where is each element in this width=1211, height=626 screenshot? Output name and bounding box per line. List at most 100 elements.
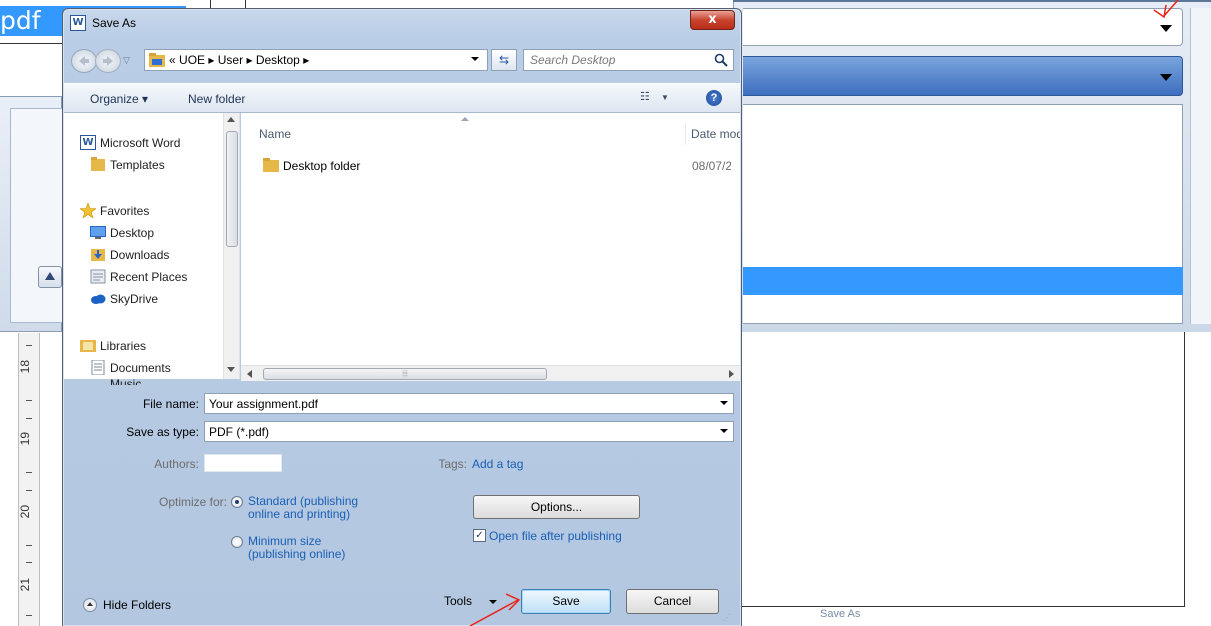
column-separator[interactable] — [685, 123, 686, 145]
scrollbar-thumb[interactable]: ⦙⦙⦙ — [263, 368, 547, 380]
annotation-arrow-icon — [1153, 0, 1179, 19]
open-after-publishing-checkbox[interactable]: ✓ — [473, 529, 486, 542]
nav-item-label: Templates — [110, 158, 165, 172]
caret-down-icon[interactable] — [720, 429, 728, 433]
ruler-tick — [26, 545, 32, 546]
triangle-left-icon[interactable] — [247, 370, 252, 378]
background-dropdown-2[interactable] — [743, 56, 1183, 96]
optimize-standard-radio[interactable] — [231, 496, 243, 508]
nav-item-skydrive[interactable]: SkyDrive — [64, 289, 224, 309]
new-folder-button[interactable]: New folder — [188, 92, 245, 106]
ruler-number: 20 — [18, 505, 32, 519]
background-list-selection[interactable] — [743, 267, 1183, 295]
organize-button[interactable]: Organize ▾ — [90, 92, 148, 106]
search-input[interactable]: Search Desktop — [523, 49, 734, 71]
optimize-minimum-radio[interactable] — [231, 536, 243, 548]
help-button[interactable]: ? — [706, 90, 722, 106]
navigation-scrollbar[interactable] — [223, 113, 239, 379]
scrollbar-thumb[interactable] — [226, 131, 238, 247]
star-icon — [80, 203, 96, 218]
ruler-tick — [26, 562, 32, 563]
options-button[interactable]: Options... — [473, 495, 640, 519]
triangle-up-icon[interactable] — [227, 117, 235, 122]
save-as-type-select[interactable]: PDF (*.pdf) — [204, 421, 734, 442]
cancel-button[interactable]: Cancel — [626, 589, 719, 614]
documents-icon — [91, 360, 105, 375]
background-scroll-up-button[interactable] — [38, 266, 62, 288]
save-as-type-value: PDF (*.pdf) — [209, 425, 270, 439]
nav-item-label: Libraries — [100, 339, 147, 353]
save-button[interactable]: Save — [521, 589, 611, 614]
back-button[interactable] — [71, 49, 97, 73]
optimize-standard-label[interactable]: Standard (publishing online and printing… — [248, 495, 358, 521]
search-icon[interactable] — [714, 53, 728, 67]
authors-label: Authors: — [154, 457, 199, 471]
sort-indicator-icon — [461, 117, 469, 121]
nav-item-label: Music — [110, 377, 142, 385]
refresh-button[interactable]: ⇆ — [491, 49, 517, 71]
forward-button[interactable] — [95, 49, 121, 73]
address-bar[interactable]: « UOE ▸ User ▸ Desktop ▸ — [144, 49, 488, 71]
nav-item-label: SkyDrive — [110, 292, 159, 306]
breadcrumb-item-uoe[interactable]: UOE — [179, 53, 205, 67]
breadcrumb-separator-icon[interactable]: ▸ — [246, 53, 252, 67]
background-document-border — [1184, 332, 1185, 607]
save-as-dialog: W Save As x ▽ « UOE ▸ User ▸ Desktop ▸ ⇆… — [62, 8, 742, 626]
nav-item-templates[interactable]: Templates — [64, 155, 224, 175]
column-header-date[interactable]: Date modified — [691, 127, 740, 141]
add-tag-link[interactable]: Add a tag — [472, 457, 523, 471]
triangle-right-icon[interactable] — [729, 370, 734, 378]
address-dropdown[interactable] — [471, 57, 479, 61]
breadcrumb-item-user[interactable]: User — [218, 53, 243, 67]
folder-icon — [263, 158, 279, 172]
background-left-panel-inner — [10, 108, 62, 323]
file-name-value: Your assignment.pdf — [209, 397, 318, 411]
resize-grip-icon[interactable]: ⋰ — [723, 613, 737, 626]
file-list: Name Date modified Desktop folder 08/07/… — [241, 113, 740, 365]
background-right-scrollbar[interactable] — [1190, 8, 1211, 324]
nav-item-label: Desktop — [110, 226, 155, 240]
nav-item-label: Favorites — [100, 204, 150, 218]
nav-item-downloads[interactable]: Downloads — [64, 245, 224, 265]
triangle-up-icon — [45, 272, 55, 280]
breadcrumb-separator-icon[interactable]: ▸ — [303, 53, 309, 67]
nav-item-documents[interactable]: Documents — [64, 358, 224, 378]
file-row[interactable]: Desktop folder 08/07/2013 — [261, 157, 731, 177]
annotation-arrow-icon — [469, 593, 521, 626]
background-dropdown-1[interactable] — [743, 8, 1183, 46]
nav-item-label: Downloads — [110, 248, 170, 262]
caret-down-icon[interactable] — [720, 401, 728, 405]
close-button[interactable]: x — [690, 10, 735, 30]
ruler-tick — [26, 400, 32, 401]
triangle-down-icon[interactable] — [227, 367, 235, 372]
nav-item-label: Recent Places — [110, 270, 188, 284]
column-header-name[interactable]: Name — [259, 127, 291, 141]
folder-icon — [91, 157, 105, 171]
file-date: 08/07/2013 — [692, 159, 731, 173]
recent-locations-chevron-icon[interactable]: ▽ — [123, 55, 133, 67]
nav-item-music[interactable]: Music — [64, 377, 224, 385]
open-after-publishing-label[interactable]: Open file after publishing — [489, 529, 622, 543]
change-view-button[interactable]: ☷ ▼ — [640, 90, 680, 108]
title-bar[interactable]: W Save As x — [63, 9, 741, 37]
optimize-minimum-label[interactable]: Minimum size (publishing online) — [248, 535, 345, 561]
caret-down-icon — [471, 57, 479, 61]
breadcrumb-separator-icon[interactable]: ▸ — [208, 53, 214, 67]
nav-item-microsoft-word[interactable]: W Microsoft Word — [64, 133, 224, 153]
nav-item-libraries[interactable]: Libraries — [64, 336, 224, 356]
breadcrumb-overflow[interactable]: « — [169, 53, 176, 67]
ruler-tick — [26, 345, 32, 346]
nav-item-recent-places[interactable]: Recent Places — [64, 267, 224, 287]
optimize-for-label: Optimize for: — [158, 495, 227, 509]
file-list-horizontal-scrollbar[interactable]: ⦙⦙⦙ — [241, 365, 740, 381]
breadcrumb-item-desktop[interactable]: Desktop — [256, 53, 300, 67]
authors-input[interactable] — [204, 454, 282, 472]
file-name-input[interactable]: Your assignment.pdf — [204, 393, 734, 414]
nav-item-favorites[interactable]: Favorites — [64, 201, 224, 221]
nav-item-desktop[interactable]: Desktop — [64, 223, 224, 243]
background-document-area — [733, 332, 1211, 626]
view-list-icon: ☷ — [640, 91, 650, 103]
ruler-tick — [26, 472, 32, 473]
caret-down-icon — [1160, 74, 1172, 81]
save-as-type-label: Save as type: — [126, 425, 199, 439]
